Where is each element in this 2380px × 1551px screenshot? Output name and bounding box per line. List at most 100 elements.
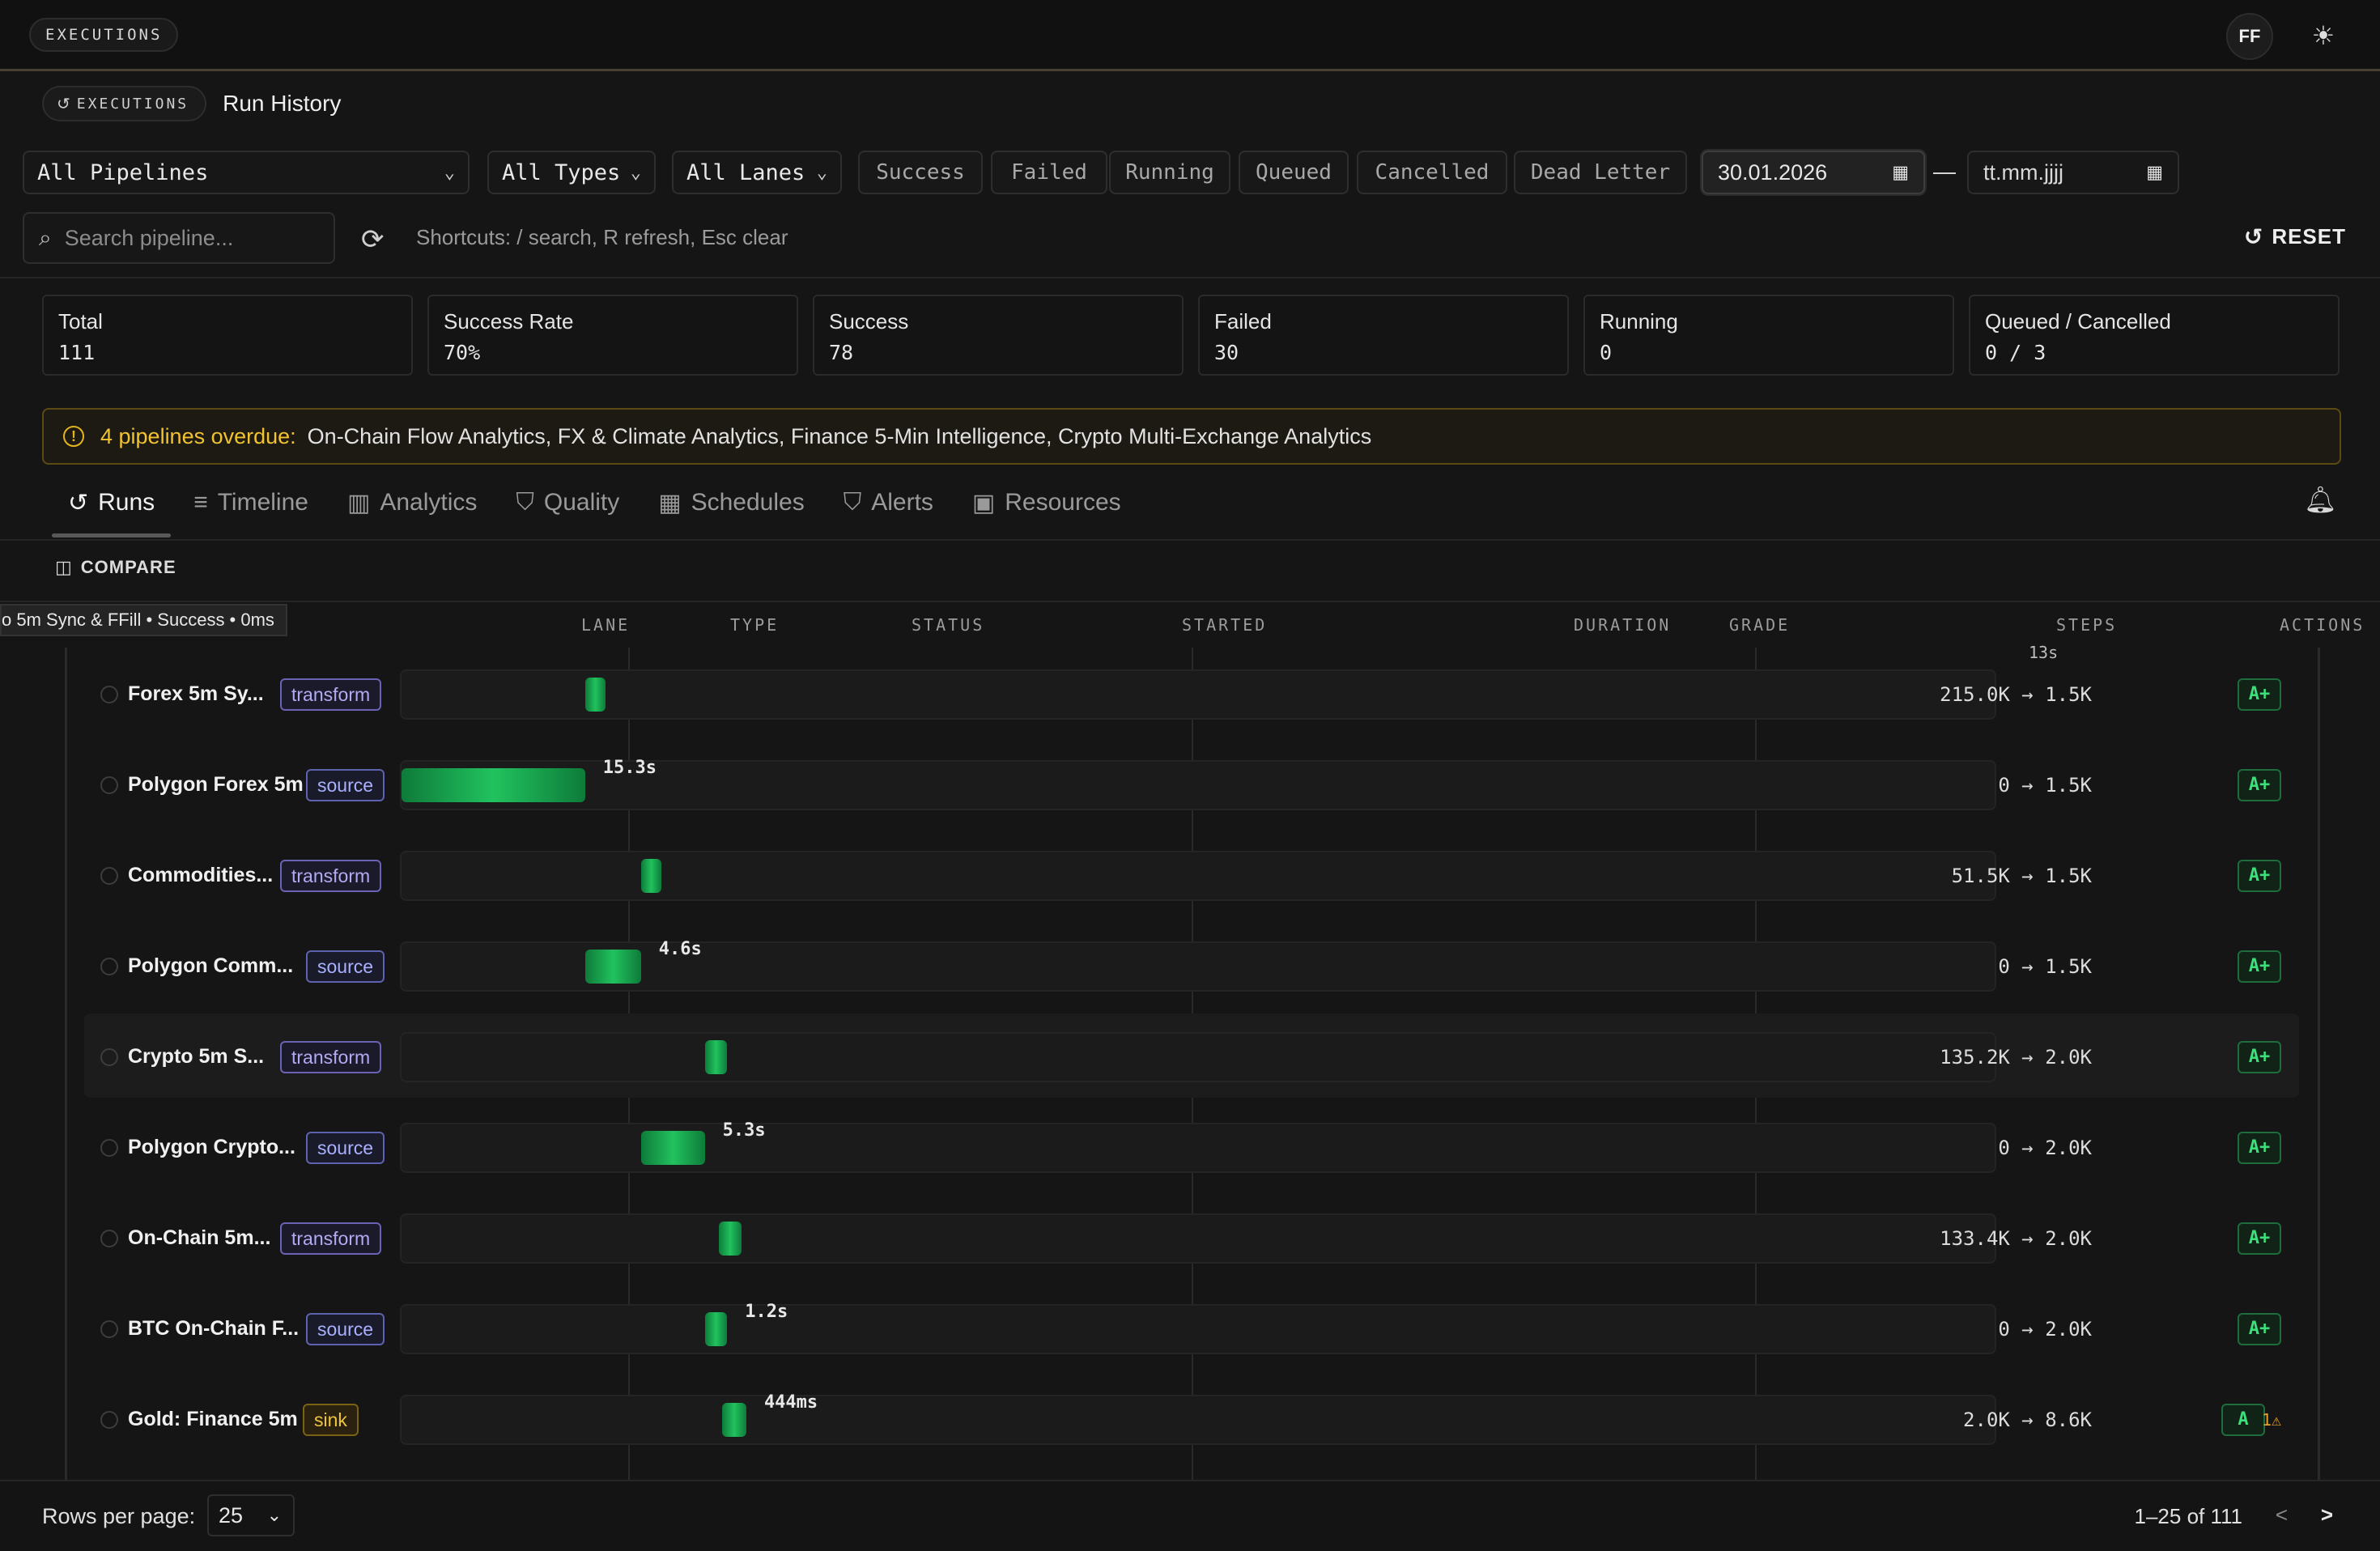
table-row[interactable]: Gold: Finance 5m sink 2.0K → 8.6K A 1⚠ 444ms [84, 1375, 2299, 1465]
timeline-track [400, 851, 1996, 901]
column-header-lane[interactable]: LANE [581, 615, 630, 635]
avatar[interactable]: FF [2226, 13, 2273, 60]
status-filter-running[interactable]: Running [1109, 151, 1230, 194]
duration-bar[interactable] [640, 1131, 705, 1165]
column-header-status[interactable]: STATUS [912, 615, 984, 635]
tab-resources[interactable]: ▣ Resources [953, 482, 1141, 523]
pipeline-name[interactable]: Polygon Comm... [128, 954, 293, 978]
grade-badge[interactable]: A+ [2238, 1041, 2281, 1073]
status-filter-cancelled[interactable]: Cancelled [1357, 151, 1507, 194]
table-row[interactable]: BTC On-Chain F... source 0 → 2.0K A+ 1.2s [84, 1284, 2299, 1375]
lane-badge: source [306, 950, 385, 983]
lane-badge: source [306, 769, 385, 801]
duration-bar[interactable] [704, 1040, 728, 1074]
steps-value: 0 → 2.0K [1998, 1318, 2092, 1341]
table-row[interactable]: Polygon Crypto... source 0 → 2.0K A+ 5.3s [84, 1103, 2299, 1193]
row-select-radio[interactable] [100, 776, 118, 794]
status-filter-success[interactable]: Success [858, 151, 983, 194]
row-select-radio[interactable] [100, 1139, 118, 1157]
column-header-type[interactable]: TYPE [730, 615, 779, 635]
grade-badge[interactable]: A+ [2238, 769, 2281, 801]
status-filter-failed[interactable]: Failed [991, 151, 1107, 194]
tab-alerts[interactable]: ⛉ Alerts [824, 482, 953, 523]
timeline-track [400, 1123, 1996, 1173]
pipeline-name[interactable]: Gold: Finance 5m [128, 1408, 298, 1431]
grade-badge[interactable]: A+ [2238, 1313, 2281, 1345]
table-row[interactable]: Forex 5m Sy... transform 215.0K → 1.5K A+ [84, 649, 2299, 740]
duration-bar[interactable] [719, 1222, 742, 1256]
chevron-down-icon: ⌄ [444, 162, 455, 183]
date-range-separator: — [1933, 159, 1956, 184]
tab-quality[interactable]: ⛉ Quality [496, 482, 639, 523]
calendar-icon[interactable]: ▦ [1892, 162, 1909, 183]
pipeline-select[interactable]: All Pipelines ⌄ [23, 151, 470, 194]
table-row[interactable]: Commodities... transform 51.5K → 1.5K A+ [84, 831, 2299, 921]
type-select[interactable]: All Types ⌄ [487, 151, 656, 194]
pipeline-name[interactable]: Forex 5m Sy... [128, 682, 264, 706]
row-select-radio[interactable] [100, 1048, 118, 1066]
column-header-started[interactable]: STARTED [1182, 615, 1267, 635]
duration-bar[interactable] [722, 1403, 746, 1437]
compare-button[interactable]: ◫ COMPARE [55, 557, 176, 578]
grade-badge[interactable]: A [2221, 1404, 2265, 1436]
pipeline-select-value: All Pipelines [37, 159, 209, 185]
tab-timeline[interactable]: ≡ Timeline [174, 482, 328, 523]
next-page-button[interactable]: > [2321, 1502, 2333, 1528]
row-select-radio[interactable] [100, 686, 118, 703]
duration-bar[interactable] [640, 859, 662, 893]
status-filter-dead-letter[interactable]: Dead Letter [1514, 151, 1687, 194]
chevron-down-icon: ⌄ [266, 1505, 282, 1525]
warning-icon: ! [63, 426, 84, 447]
row-select-radio[interactable] [100, 867, 118, 885]
stat-label: Total [58, 309, 103, 334]
date-from-input[interactable]: 30.01.2026 ▦ [1702, 151, 1925, 194]
duration-bar[interactable] [704, 1312, 728, 1346]
tab-label: Quality [543, 489, 620, 516]
duration-bar[interactable] [584, 950, 641, 984]
duration-bar[interactable] [402, 768, 585, 802]
tab-analytics[interactable]: ▥ Analytics [328, 482, 496, 523]
breadcrumb-section[interactable]: ↺ EXECUTIONS [42, 86, 207, 121]
table-row[interactable]: Polygon Comm... source 0 → 1.5K A+ 4.6s [84, 921, 2299, 1012]
grade-badge[interactable]: A+ [2238, 950, 2281, 983]
tab-schedules[interactable]: ▦ Schedules [639, 482, 823, 523]
duration-label: 5.3s [722, 1120, 766, 1141]
duration-bar[interactable] [584, 678, 606, 712]
table-row[interactable]: Polygon Forex 5m source 0 → 1.5K A+ 15.3s [84, 740, 2299, 831]
row-select-radio[interactable] [100, 1320, 118, 1338]
sun-icon[interactable]: ☀ [2306, 18, 2341, 53]
pipeline-name[interactable]: On-Chain 5m... [128, 1226, 270, 1250]
tab-runs[interactable]: ↺ Runs [49, 482, 174, 538]
refresh-icon[interactable]: ⟳ [361, 223, 385, 256]
type-select-value: All Types [502, 159, 621, 185]
reset-button[interactable]: ↺ RESET [2244, 223, 2346, 250]
grade-badge[interactable]: A+ [2238, 678, 2281, 711]
table-row[interactable]: On-Chain 5m... transform 133.4K → 2.0K A+ [84, 1193, 2299, 1284]
lane-select[interactable]: All Lanes ⌄ [672, 151, 842, 194]
row-select-radio[interactable] [100, 958, 118, 975]
status-filter-queued[interactable]: Queued [1239, 151, 1349, 194]
pipeline-name[interactable]: Commodities... [128, 864, 273, 887]
pipeline-name[interactable]: BTC On-Chain F... [128, 1317, 299, 1341]
shield-check-icon: ⛉ [516, 489, 534, 516]
column-header-grade[interactable]: GRADE [1729, 615, 1790, 635]
bell-icon[interactable]: 🔔︎ [2304, 484, 2337, 515]
pipeline-name[interactable]: Polygon Crypto... [128, 1136, 295, 1159]
date-to-input[interactable]: tt.mm.jjjj ▦ [1967, 151, 2179, 194]
table-row[interactable]: Crypto 5m S... transform 135.2K → 2.0K A+ [84, 1012, 2299, 1103]
pipeline-name[interactable]: Polygon Forex 5m [128, 773, 304, 797]
column-header-steps[interactable]: STEPS [2056, 615, 2117, 635]
calendar-icon[interactable]: ▦ [2146, 162, 2163, 183]
grade-badge[interactable]: A+ [2238, 860, 2281, 892]
grade-badge[interactable]: A+ [2238, 1132, 2281, 1164]
rows-per-page-label: Rows per page: [42, 1504, 196, 1528]
pipeline-name[interactable]: Crypto 5m S... [128, 1045, 264, 1069]
previous-page-button[interactable]: < [2276, 1502, 2288, 1528]
grade-badge[interactable]: A+ [2238, 1222, 2281, 1255]
rows-per-page-select[interactable]: 25 ⌄ [207, 1494, 295, 1536]
row-select-radio[interactable] [100, 1411, 118, 1429]
row-select-radio[interactable] [100, 1230, 118, 1247]
column-header-duration[interactable]: DURATION [1574, 615, 1671, 635]
search-input[interactable]: ⌕ Search pipeline... [23, 212, 335, 264]
bar-chart-icon: ▥ [346, 489, 371, 516]
